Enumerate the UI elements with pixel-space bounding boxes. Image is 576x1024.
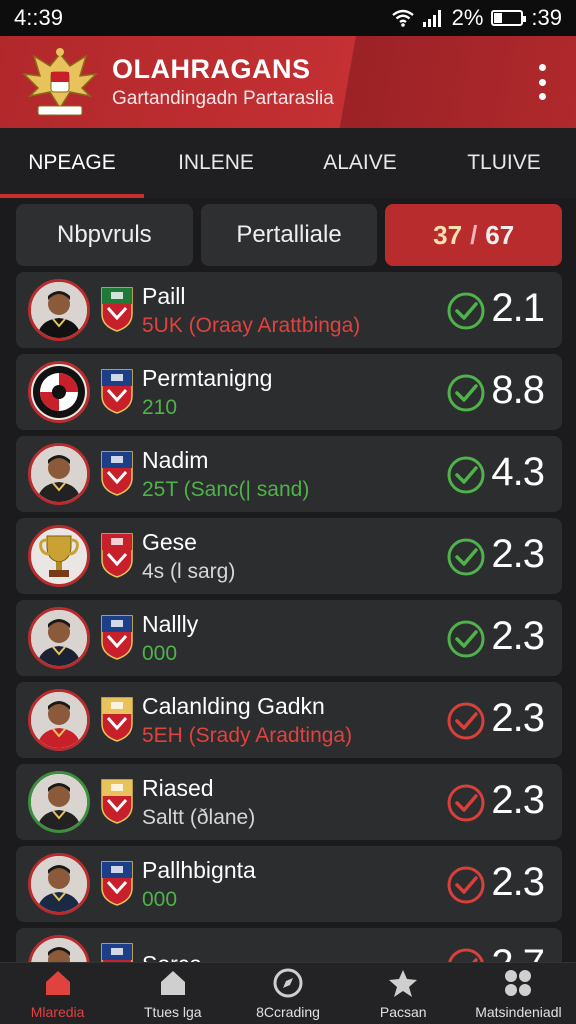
battery-icon: [491, 10, 527, 26]
list-item[interactable]: Sorca2.7: [16, 928, 562, 962]
filter-row: Nbpvruls Pertalliale 37 / 67: [16, 204, 563, 266]
row-value: 2.1: [491, 286, 545, 330]
row-value: 2.3: [491, 778, 545, 822]
club-badge-icon: [90, 694, 134, 747]
score-separator: /: [470, 219, 478, 250]
player-avatar-icon: [28, 771, 90, 833]
nav-item-2[interactable]: Ttues lga: [115, 963, 230, 1024]
score-a: 37: [433, 219, 463, 250]
nav-item-3[interactable]: 8Ccrading: [230, 963, 345, 1024]
app-header: OLAHRAGANS Gartandingadn Partarasliа: [0, 36, 576, 128]
check-circle-red-icon: [446, 947, 486, 962]
status-clock: :39: [531, 5, 562, 30]
check-circle-red-icon: [446, 865, 486, 905]
results-list: Paill 5UK (Oraay Arattbinga) 2.1 Permtanign…: [16, 272, 562, 962]
nav-item-5[interactable]: Matsindeniadl: [461, 963, 576, 1024]
club-badge-icon: [90, 448, 134, 501]
menu-dot-icon: [538, 93, 546, 100]
list-item[interactable]: Permtanigng 210 8.8: [16, 354, 562, 430]
nav-label: 8Ccrading: [256, 1004, 320, 1020]
club-logo-icon: [28, 361, 90, 423]
status-bar: 4::39 2% :39: [0, 0, 576, 36]
club-badge-icon: [90, 612, 134, 665]
garuda-emblem-icon: [20, 46, 100, 118]
check-circle-green-icon: [446, 455, 486, 495]
row-value: 8.8: [491, 368, 545, 412]
club-badge-icon: [90, 776, 134, 829]
nav-item-1[interactable]: Mlaredia: [0, 963, 115, 1024]
check-circle-green-icon: [446, 619, 486, 659]
club-badge-icon: [90, 940, 134, 962]
player-avatar-icon: [28, 935, 90, 962]
row-value: 2.3: [491, 614, 545, 658]
club-badge-icon: [90, 530, 134, 583]
tab-tluive[interactable]: TLUIVE: [432, 128, 576, 198]
player-avatar-icon: [28, 689, 90, 751]
check-circle-green-icon: [446, 291, 486, 331]
trophy-icon: [28, 525, 90, 587]
bottom-nav: Mlaredia Ttues lga 8Ccrading Pacsan Matsinde…: [0, 962, 576, 1024]
app-title: OLAHRAGANS: [112, 54, 311, 84]
check-circle-red-icon: [446, 701, 486, 741]
list-item[interactable]: Nallly 000 2.3: [16, 600, 562, 676]
row-value: 2.3: [491, 860, 545, 904]
nav-item-4[interactable]: Pacsan: [346, 963, 461, 1024]
list-item[interactable]: Riased Saltt (ðlane) 2.3: [16, 764, 562, 840]
home-icon: [42, 967, 74, 1004]
check-circle-red-icon: [446, 783, 486, 823]
app-subtitle: Gartandingadn Partarasliа: [112, 88, 334, 109]
row-value: 4.3: [491, 450, 545, 494]
compass-icon: [272, 967, 304, 1004]
player-avatar-icon: [28, 853, 90, 915]
menu-dot-icon: [538, 78, 546, 86]
row-value: 2.3: [491, 532, 545, 576]
player-avatar-icon: [28, 443, 90, 505]
tab-inlene[interactable]: INLENE: [144, 128, 288, 198]
score-button[interactable]: 37 / 67: [385, 204, 563, 266]
club-badge-icon: [90, 284, 134, 337]
check-circle-green-icon: [446, 373, 486, 413]
club-badge-icon: [90, 858, 134, 911]
tab-bar: NPEAGE INLENE ALAIVE TLUIVE: [0, 128, 576, 198]
check-circle-green-icon: [446, 537, 486, 577]
nav-label: Ttues lga: [144, 1004, 202, 1020]
row-value: 2.3: [491, 696, 545, 740]
score-b: 67: [485, 219, 515, 250]
home-icon: [157, 967, 189, 1004]
tab-alaive[interactable]: ALAIVE: [288, 128, 432, 198]
nav-label: Matsindeniadl: [475, 1004, 562, 1020]
menu-dot-icon: [538, 64, 546, 71]
player-avatar-icon: [28, 607, 90, 669]
status-icons: 2% :39: [391, 5, 562, 31]
filter-button-left[interactable]: Nbpvruls: [16, 204, 193, 266]
star-icon: [387, 967, 419, 1004]
row-value: 2.7: [491, 942, 545, 962]
player-avatar-icon: [28, 279, 90, 341]
club-badge-icon: [90, 366, 134, 419]
status-time: 4::39: [14, 5, 63, 30]
list-item[interactable]: Calanlding Gadkn 5EH (Srady Aradtinga) 2.3: [16, 682, 562, 758]
filter-button-middle[interactable]: Pertalliale: [200, 204, 378, 266]
grid-icon: [502, 967, 534, 1004]
overflow-menu-button[interactable]: [532, 64, 552, 100]
list-item[interactable]: Nadim 25T (Sanc(| sand) 4.3: [16, 436, 562, 512]
nav-label: Mlaredia: [30, 1004, 85, 1020]
list-item[interactable]: Pallhbignta 000 2.3: [16, 846, 562, 922]
list-item[interactable]: Paill 5UK (Oraay Arattbinga) 2.1: [16, 272, 562, 348]
list-item[interactable]: Gese 4s (l sarg) 2.3: [16, 518, 562, 594]
battery-percent: 2%: [451, 5, 484, 30]
tab-npeage[interactable]: NPEAGE: [0, 128, 144, 198]
wifi-icon: [391, 9, 414, 27]
signal-icon: [422, 10, 441, 27]
nav-label: Pacsan: [379, 1004, 427, 1020]
